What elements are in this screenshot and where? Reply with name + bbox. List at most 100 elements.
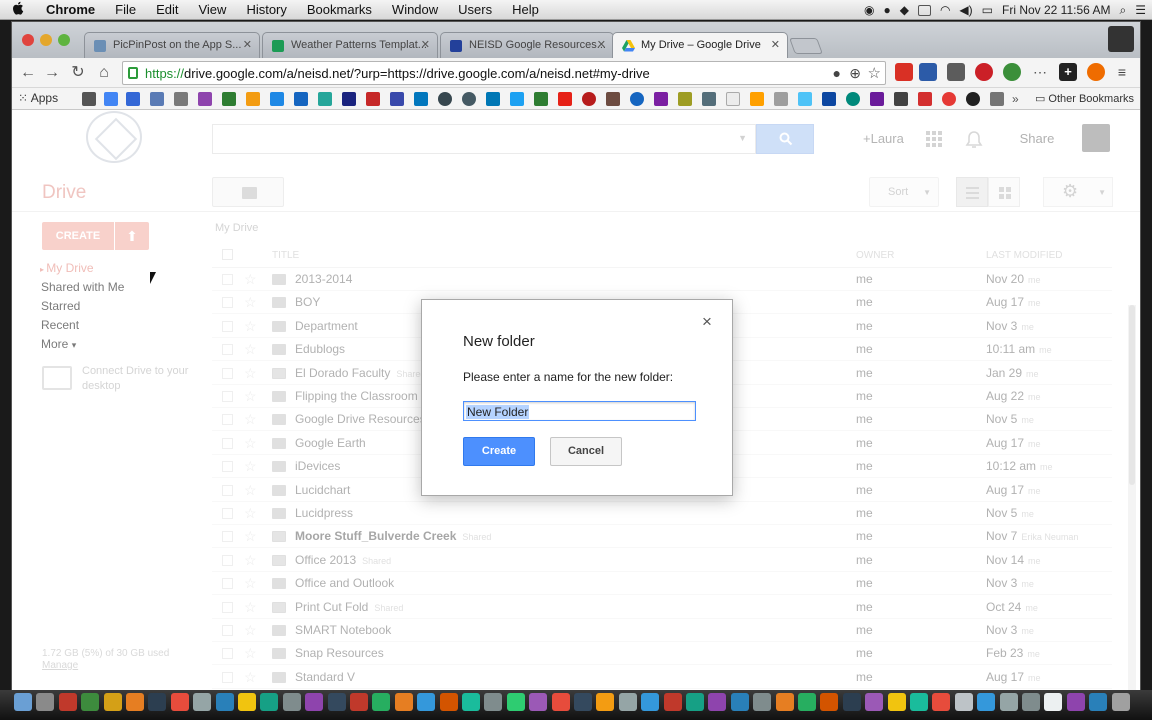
bookmark-icon[interactable] — [990, 92, 1004, 106]
apps-shortcut[interactable]: ⁙ Apps — [18, 91, 58, 105]
menu-file[interactable]: File — [105, 2, 146, 17]
bookmark-icon[interactable] — [606, 92, 620, 106]
pinterest-extension-icon[interactable] — [975, 63, 993, 81]
dock-app-icon[interactable] — [596, 693, 615, 711]
close-window-icon[interactable] — [22, 34, 34, 46]
dock-app-icon[interactable] — [506, 693, 525, 711]
close-icon[interactable]: × — [702, 312, 712, 332]
dock-app-icon[interactable] — [730, 693, 749, 711]
menu-users[interactable]: Users — [448, 2, 502, 17]
dock-app-icon[interactable] — [260, 693, 279, 711]
dock-app-icon[interactable] — [753, 693, 772, 711]
dock-app-icon[interactable] — [999, 693, 1018, 711]
status-icon[interactable]: ● — [883, 3, 890, 17]
bookmark-icon[interactable] — [750, 92, 764, 106]
bookmark-icon[interactable] — [462, 92, 476, 106]
dock-app-icon[interactable] — [1066, 693, 1085, 711]
linkedin-bookmark-icon[interactable] — [486, 92, 500, 106]
apple-menu-icon[interactable] — [0, 1, 36, 18]
dock-app-icon[interactable] — [910, 693, 928, 711]
chrome-menu-icon[interactable]: ≡ — [1113, 63, 1131, 81]
battery-icon[interactable]: ▭ — [982, 3, 993, 17]
dock-app-icon[interactable] — [170, 693, 189, 711]
bookmark-icon[interactable] — [966, 92, 980, 106]
bookmark-icon[interactable] — [414, 92, 428, 106]
volume-icon[interactable]: ◀) — [959, 3, 972, 17]
dock-app-icon[interactable] — [954, 693, 973, 711]
tab-close-icon[interactable]: ✕ — [243, 38, 252, 51]
dock-app-icon[interactable] — [14, 693, 32, 711]
extension-icon[interactable] — [947, 63, 965, 81]
dock-app-icon[interactable] — [81, 693, 100, 711]
bookmark-icon[interactable] — [678, 92, 692, 106]
bookmark-icon[interactable] — [870, 92, 884, 106]
dock-app-icon[interactable] — [394, 693, 413, 711]
bookmark-icon[interactable] — [82, 92, 96, 106]
bookmark-icon[interactable] — [654, 92, 668, 106]
bookmark-icon[interactable] — [294, 92, 308, 106]
create-button[interactable]: Create — [463, 437, 535, 466]
dock-app-icon[interactable] — [1044, 693, 1063, 711]
dock-app-icon[interactable] — [641, 693, 660, 711]
clock[interactable]: Fri Nov 22 11:56 AM — [1002, 3, 1111, 17]
menu-history[interactable]: History — [236, 2, 296, 17]
bookmark-icon[interactable] — [534, 92, 548, 106]
tab-close-icon[interactable]: ✕ — [771, 38, 780, 51]
dock-app-icon[interactable] — [350, 693, 368, 711]
back-icon[interactable]: ← — [17, 62, 39, 84]
menu-bookmarks[interactable]: Bookmarks — [297, 2, 382, 17]
bookmark-icon[interactable] — [126, 92, 140, 106]
dock-app-icon[interactable] — [372, 693, 391, 711]
dock-app-icon[interactable] — [305, 693, 324, 711]
menu-edit[interactable]: Edit — [146, 2, 188, 17]
bookmark-icon[interactable] — [726, 92, 740, 106]
bookmark-icon[interactable] — [104, 92, 118, 106]
notification-list-icon[interactable]: ☰ — [1135, 3, 1146, 17]
bookmark-icon[interactable] — [174, 92, 188, 106]
dock-app-icon[interactable] — [282, 693, 301, 711]
bookmark-icon[interactable] — [198, 92, 212, 106]
bookmark-icon[interactable] — [798, 92, 812, 106]
dock-app-icon[interactable] — [126, 693, 144, 711]
dock-app-icon[interactable] — [977, 693, 996, 711]
dock-app-icon[interactable] — [439, 693, 458, 711]
dropbox-icon[interactable]: ◆ — [900, 3, 909, 17]
bookmark-icon[interactable] — [702, 92, 716, 106]
home-icon[interactable]: ⌂ — [93, 62, 115, 84]
tab-picpinpost[interactable]: PicPinPost on the App S... ✕ — [84, 32, 260, 58]
dock-app-icon[interactable] — [842, 693, 861, 711]
bookmark-icon[interactable] — [630, 92, 644, 106]
menu-view[interactable]: View — [188, 2, 236, 17]
bookmark-icon[interactable] — [846, 92, 860, 106]
bookmark-icon[interactable] — [222, 92, 236, 106]
dock-app-icon[interactable] — [417, 693, 436, 711]
more-bookmarks-icon[interactable]: » — [1012, 92, 1026, 106]
spotlight-icon[interactable]: ⌕ — [1120, 3, 1127, 18]
tab-neisd-resources[interactable]: NEISD Google Resources... ✕ — [440, 32, 614, 58]
bookmark-icon[interactable] — [774, 92, 788, 106]
bookmark-icon[interactable] — [318, 92, 332, 106]
more-extensions-icon[interactable]: ⋯ — [1031, 63, 1049, 81]
twitter-bookmark-icon[interactable] — [510, 92, 524, 106]
dock-app-icon[interactable] — [775, 693, 794, 711]
record-icon[interactable]: ◉ — [864, 3, 874, 17]
bookmark-icon[interactable] — [342, 92, 356, 106]
bookmark-icon[interactable] — [438, 92, 452, 106]
dock-app-icon[interactable] — [1089, 693, 1108, 711]
reload-icon[interactable]: ↻ — [67, 62, 89, 84]
dock-app-icon[interactable] — [618, 693, 637, 711]
forward-icon[interactable]: → — [41, 62, 63, 84]
dock-app-icon[interactable] — [1111, 693, 1130, 711]
cancel-button[interactable]: Cancel — [550, 437, 622, 466]
dock-app-icon[interactable] — [887, 693, 906, 711]
bookmark-icon[interactable] — [150, 92, 164, 106]
zoom-icon[interactable]: ⊕ — [849, 65, 861, 82]
add-extension-icon[interactable]: + — [1059, 63, 1077, 81]
zoom-window-icon[interactable] — [58, 34, 70, 46]
dock-app-icon[interactable] — [327, 693, 346, 711]
lightbulb-icon[interactable]: ● — [833, 65, 841, 81]
dock-app-icon[interactable] — [238, 693, 256, 711]
dock-app-icon[interactable] — [484, 693, 503, 711]
dock-app-icon[interactable] — [663, 693, 682, 711]
dock-app-icon[interactable] — [103, 693, 122, 711]
